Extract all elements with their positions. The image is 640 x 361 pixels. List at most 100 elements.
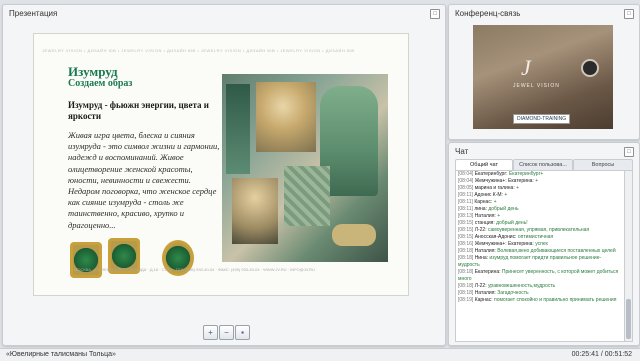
message-time: [08:15] [458,227,474,233]
maximize-icon[interactable]: □ [430,9,440,19]
message-time: [08:18] [458,290,474,296]
presentation-title: Презентация [9,9,58,18]
message-user: Карнас: [474,297,493,303]
slide-topband: JEWELRY VISION • ДИЗАЙН ЮВ • JEWELRY VIS… [42,48,355,53]
chat-message: [08:18] Нина: изумруд помогает придти пр… [456,255,624,269]
tab-user-list[interactable]: Список пользова... [513,159,573,170]
message-time: [08:19] [458,297,474,303]
tab-general-chat[interactable]: Общий чат [455,159,513,170]
message-time: [08:05] [458,185,474,191]
message-user: Карнас: [474,199,493,205]
message-time: [08:15] [458,220,474,226]
message-time: [08:15] [458,234,474,240]
scrollbar-thumb[interactable] [626,299,631,339]
chat-message: [08:18] Л-22: уравновешенность,мудрость [456,283,624,290]
message-text: добрый день! [496,220,528,226]
message-user: Л-22: [474,283,487,289]
tab-questions[interactable]: Вопросы [573,159,633,170]
message-text: успех [535,241,549,247]
message-user: Жемчужина+: Екатерина: [474,241,534,247]
chat-message: [08:18] Наталия: Загадочность [456,290,624,297]
message-time: [08:04] [458,171,474,177]
message-text: помогает спокойно и правильно принимать … [493,297,617,303]
presentation-panel: Презентация □ JEWELRY VISION • ДИЗАЙН ЮВ… [2,4,446,346]
brand-logo: J [521,55,531,80]
message-text: добрый день [488,206,519,212]
brand-logo-subtitle: JEWEL VISION [513,83,560,89]
message-time: [08:16] [458,241,474,247]
message-time: [08:18] [458,248,474,254]
message-user: станция: [474,220,495,226]
message-time: [08:11] [458,199,473,205]
chat-message: [08:16] Жемчужина+: Екатерина: успех [456,241,624,248]
chat-message: [08:05] марина и галина: + [456,185,624,192]
message-text: Загадочность [497,290,529,296]
message-user: Нина: [474,255,489,261]
video-feed: J JEWEL VISION DIAMOND-TRAINING [473,25,613,129]
chat-message: [08:11] лина: добрый день [456,206,624,213]
video-label: DIAMOND-TRAINING [513,114,571,124]
message-user: Аносская-Адонис: [474,234,517,240]
chat-title: Чат [455,147,469,156]
message-user: лина: [474,206,487,212]
message-user: Екатерина: [474,269,501,275]
emerald-ring-icon [70,242,102,278]
slide-footer: МОСКВА · УЛ. ЗЕЛЕНСКАЯ СЛОБОДА · Д.16 · … [74,267,315,272]
message-user: Л-22: [474,227,487,233]
message-user: Наталия: [474,213,496,219]
ring-icon [581,59,599,77]
message-time: [08:18] [458,283,474,289]
chat-message: [08:18] Екатерина: Принесет уверенность,… [456,269,624,283]
save-button[interactable]: ▪ [235,325,250,340]
message-time: [08:11] [458,206,473,212]
chat-message: [08:13] Наталия: + [456,213,624,220]
message-time: [08:11] [458,192,473,198]
slide-subtitle: Изумруд - фьюжн энергии, цвета и яркости [68,100,209,121]
conference-title: Конференц-связь [455,9,521,18]
chat-message: [08:11] Адонис К-М: + [456,192,624,199]
message-time: [08:18] [458,255,474,261]
message-text: Волевая,вено добивающиеся поставленных ц… [497,248,616,254]
message-time: [08:13] [458,213,474,219]
message-text: оптимистичная [517,234,554,240]
message-user: Жемчужина+: Екатерина: [474,178,534,184]
chat-messages: [08:04] Екатеринбург: Екатеринбург+ [08:0… [455,170,625,342]
chat-message: [08:15] Аносская-Адонис: оптимистичная [456,234,624,241]
webinar-name: «Ювелирные талисманы Тольца» [6,351,116,358]
chat-message: [08:15] станция: добрый день! [456,220,624,227]
slide-title-line2: Создаем образ [68,78,133,89]
message-user: Адонис К-М: [474,192,503,198]
maximize-icon[interactable]: □ [624,147,634,157]
message-text: + [504,192,508,198]
message-text: самоуверенная, упрямая, привлекательная [487,227,590,233]
message-time: [08:04] [458,178,474,184]
zoom-out-button[interactable]: − [219,325,234,340]
message-text: Екатеринбург+ [508,171,544,177]
message-user: марина и галина: [474,185,515,191]
slide-body: Живая игра цвета, блеска и сияния изумру… [68,130,220,230]
slide-title-line1: Изумруд [68,64,118,79]
slide-title: Изумруд Создаем образ [68,64,216,90]
slide: JEWELRY VISION • ДИЗАЙН ЮВ • JEWELRY VIS… [33,33,409,296]
message-text: + [516,185,520,191]
message-user: Наталия: [474,290,496,296]
playback-time: 00:25:41 / 00:51:52 [571,351,632,358]
maximize-icon[interactable]: □ [624,9,634,19]
fashion-collage-image [222,74,388,262]
chat-message: [08:04] Екатеринбург: Екатеринбург+ [456,171,624,178]
conference-panel: Конференц-связь □ J JEWEL VISION DIAMOND… [448,4,640,140]
message-user: Екатеринбург: [474,171,508,177]
message-user: Наталия: [474,248,496,254]
chat-panel: Чат □ Общий чат Список пользова... Вопро… [448,142,640,346]
chat-message: [08:15] Л-22: самоуверенная, упрямая, пр… [456,227,624,234]
chat-message: [08:04] Жемчужина+: Екатерина: + [456,178,624,185]
zoom-in-button[interactable]: + [203,325,218,340]
message-text: уравновешенность,мудрость [487,283,556,289]
message-text: + [535,178,539,184]
status-bar: «Ювелирные талисманы Тольца» 00:25:41 / … [0,348,640,361]
chat-scrollbar[interactable] [624,170,633,342]
chat-message: [08:19] Карнас: помогает спокойно и прав… [456,297,624,304]
message-time: [08:18] [458,269,474,275]
message-text: + [497,213,501,219]
chat-tabs: Общий чат Список пользова... Вопросы [455,159,633,170]
